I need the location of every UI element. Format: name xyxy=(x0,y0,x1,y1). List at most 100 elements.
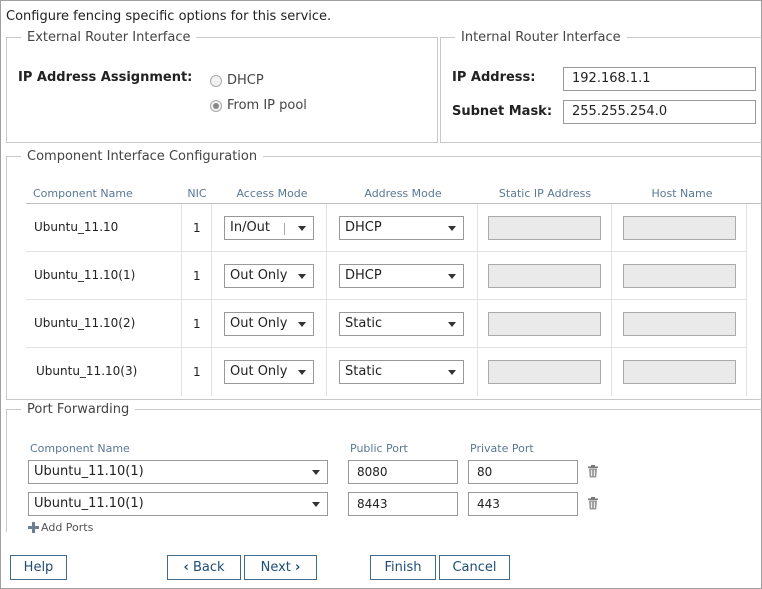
row4-host-name-input[interactable] xyxy=(623,360,736,384)
chevron-down-icon xyxy=(448,370,456,375)
ip-address-label: IP Address: xyxy=(452,70,536,85)
col-divider-3 xyxy=(326,204,327,396)
row3-static-ip-input[interactable] xyxy=(488,312,601,336)
row-divider-2 xyxy=(26,299,746,300)
row2-access-mode-value: Out Only xyxy=(230,268,288,283)
row1-nic: 1 xyxy=(193,221,201,235)
row4-access-mode-select[interactable]: Out Only xyxy=(224,360,314,384)
chevron-down-icon xyxy=(448,274,456,279)
col-divider-4 xyxy=(477,204,478,396)
back-button[interactable]: ‹ Back xyxy=(167,555,241,580)
radio-dhcp-circle[interactable] xyxy=(210,74,222,87)
row1-access-separator xyxy=(284,223,285,235)
pf-row1-component-value: Ubuntu_11.10(1) xyxy=(34,464,144,479)
row3-host-name-input[interactable] xyxy=(623,312,736,336)
next-button[interactable]: Next › xyxy=(244,555,317,580)
row1-static-ip-input[interactable] xyxy=(488,216,601,240)
pf-row1-component-select[interactable]: Ubuntu_11.10(1) xyxy=(28,460,328,484)
row3-access-mode-select[interactable]: Out Only xyxy=(224,312,314,336)
radio-dhcp-label: DHCP xyxy=(227,73,264,88)
pf-row2-public-port-input[interactable]: 8443 xyxy=(348,492,458,516)
row2-address-mode-value: DHCP xyxy=(345,268,382,283)
table-header-divider xyxy=(26,203,762,204)
chevron-down-icon xyxy=(312,470,320,475)
ip-address-input[interactable]: 192.168.1.1 xyxy=(563,67,756,91)
cancel-button-label: Cancel xyxy=(452,560,497,575)
chevron-down-icon xyxy=(298,226,306,231)
pf-col-private-port: Private Port xyxy=(470,442,534,455)
radio-from-ip-pool-label: From IP pool xyxy=(227,98,307,113)
pf-row1-private-port-input[interactable]: 80 xyxy=(468,460,578,484)
finish-button-label: Finish xyxy=(384,560,422,575)
chevron-down-icon xyxy=(298,322,306,327)
chevron-down-icon xyxy=(448,322,456,327)
row2-host-name-input[interactable] xyxy=(623,264,736,288)
pf-row1-public-port-input[interactable]: 8080 xyxy=(348,460,458,484)
row1-component-name: Ubuntu_11.10 xyxy=(34,220,119,234)
row1-host-name-input[interactable] xyxy=(623,216,736,240)
col-divider-5 xyxy=(611,204,612,396)
row3-access-mode-value: Out Only xyxy=(230,316,288,331)
row1-address-mode-value: DHCP xyxy=(345,220,382,235)
cancel-button[interactable]: Cancel xyxy=(439,555,510,580)
port-forwarding-legend: Port Forwarding xyxy=(27,402,130,417)
row2-static-ip-input[interactable] xyxy=(488,264,601,288)
trash-icon[interactable] xyxy=(587,497,599,510)
col-address-mode: Address Mode xyxy=(364,187,442,200)
radio-from-ip-pool[interactable]: From IP pool xyxy=(210,98,307,113)
chevron-down-icon xyxy=(448,226,456,231)
col-static-ip: Static IP Address xyxy=(498,187,592,200)
col-component-name: Component Name xyxy=(33,187,133,200)
chevron-down-icon xyxy=(298,274,306,279)
col-access-mode: Access Mode xyxy=(236,187,308,200)
external-router-legend: External Router Interface xyxy=(27,30,191,45)
radio-dhcp[interactable]: DHCP xyxy=(210,73,264,88)
row4-component-name: Ubuntu_11.10(3) xyxy=(36,364,138,378)
radio-from-ip-pool-circle[interactable] xyxy=(210,99,222,112)
add-ports-link[interactable]: Add Ports xyxy=(28,521,93,534)
subnet-mask-input[interactable]: 255.255.254.0 xyxy=(563,100,756,124)
col-host-name: Host Name xyxy=(651,187,713,200)
add-ports-label: Add Ports xyxy=(41,521,94,534)
ip-assignment-label: IP Address Assignment: xyxy=(18,70,193,85)
pf-row2-private-port-input[interactable]: 443 xyxy=(468,492,578,516)
pf-col-public-port: Public Port xyxy=(350,442,408,455)
row1-access-mode-value: In/Out xyxy=(230,220,271,235)
col-divider-2 xyxy=(211,204,212,396)
row2-nic: 1 xyxy=(193,269,201,283)
chevron-left-icon: ‹ xyxy=(183,560,189,575)
row4-address-mode-value: Static xyxy=(345,364,383,379)
internal-router-legend: Internal Router Interface xyxy=(461,30,621,45)
subnet-mask-label: Subnet Mask: xyxy=(452,104,553,119)
row3-nic: 1 xyxy=(193,317,201,331)
col-nic: NIC xyxy=(187,187,207,200)
row1-access-mode-select[interactable]: In/Out xyxy=(224,216,314,240)
row-divider-3 xyxy=(26,347,746,348)
row3-address-mode-value: Static xyxy=(345,316,383,331)
row2-address-mode-select[interactable]: DHCP xyxy=(339,264,464,288)
help-button[interactable]: Help xyxy=(10,555,67,580)
row2-component-name: Ubuntu_11.10(1) xyxy=(34,268,136,282)
next-button-label: Next xyxy=(260,560,291,575)
trash-icon[interactable] xyxy=(587,465,599,478)
col-divider-6 xyxy=(746,204,747,396)
row4-access-mode-value: Out Only xyxy=(230,364,288,379)
row3-component-name: Ubuntu_11.10(2) xyxy=(34,316,136,330)
row4-address-mode-select[interactable]: Static xyxy=(339,360,464,384)
row-divider-1 xyxy=(26,251,746,252)
row4-nic: 1 xyxy=(193,365,201,379)
chevron-right-icon: › xyxy=(295,560,301,575)
chevron-down-icon xyxy=(312,502,320,507)
finish-button[interactable]: Finish xyxy=(370,555,436,580)
row1-address-mode-select[interactable]: DHCP xyxy=(339,216,464,240)
intro-text: Configure fencing specific options for t… xyxy=(6,9,332,24)
row3-address-mode-select[interactable]: Static xyxy=(339,312,464,336)
pf-row2-component-select[interactable]: Ubuntu_11.10(1) xyxy=(28,492,328,516)
col-divider-1 xyxy=(181,204,182,396)
chevron-down-icon xyxy=(298,370,306,375)
component-config-legend: Component Interface Configuration xyxy=(27,149,258,164)
help-button-label: Help xyxy=(23,560,54,575)
row4-static-ip-input[interactable] xyxy=(488,360,601,384)
back-button-label: Back xyxy=(192,560,225,575)
row2-access-mode-select[interactable]: Out Only xyxy=(224,264,314,288)
